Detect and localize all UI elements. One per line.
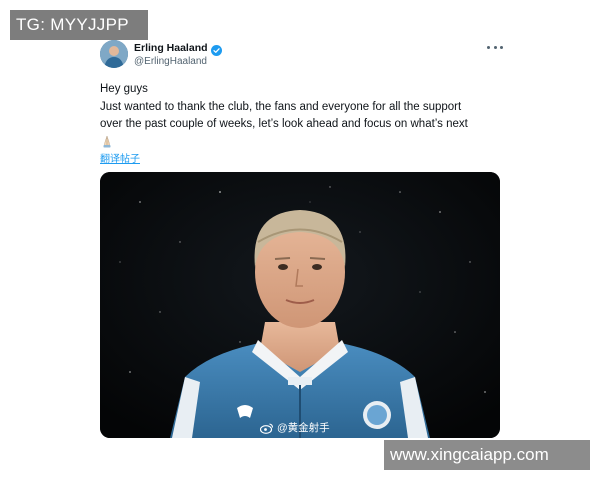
avatar[interactable] xyxy=(100,40,128,68)
tg-overlay-label: TG: MYYJJPP xyxy=(10,10,148,40)
tweet-line: Just wanted to thank the club, the fans … xyxy=(100,100,462,113)
translate-post-link[interactable]: 翻译帖子 xyxy=(100,150,140,165)
more-options-icon[interactable] xyxy=(487,42,503,52)
weibo-icon xyxy=(260,422,274,434)
tweet-line: over the past couple of weeks, let’s loo… xyxy=(100,118,468,130)
verified-badge-icon xyxy=(210,43,222,56)
tweet-line: Hey guys xyxy=(100,83,148,95)
folded-hands-emoji xyxy=(100,134,114,148)
media-watermark-text: @黄金射手 xyxy=(277,422,330,434)
media-watermark: @黄金射手 xyxy=(260,420,330,435)
tweet-media-image[interactable]: @黄金射手 xyxy=(100,172,500,438)
user-handle[interactable]: @ErlingHaaland xyxy=(134,56,207,67)
site-watermark: www.xingcaiapp.com xyxy=(384,440,590,470)
display-name[interactable]: Erling Haaland xyxy=(134,42,208,54)
tweet-text: Hey guys Just wanted to thank the club, … xyxy=(100,81,500,134)
